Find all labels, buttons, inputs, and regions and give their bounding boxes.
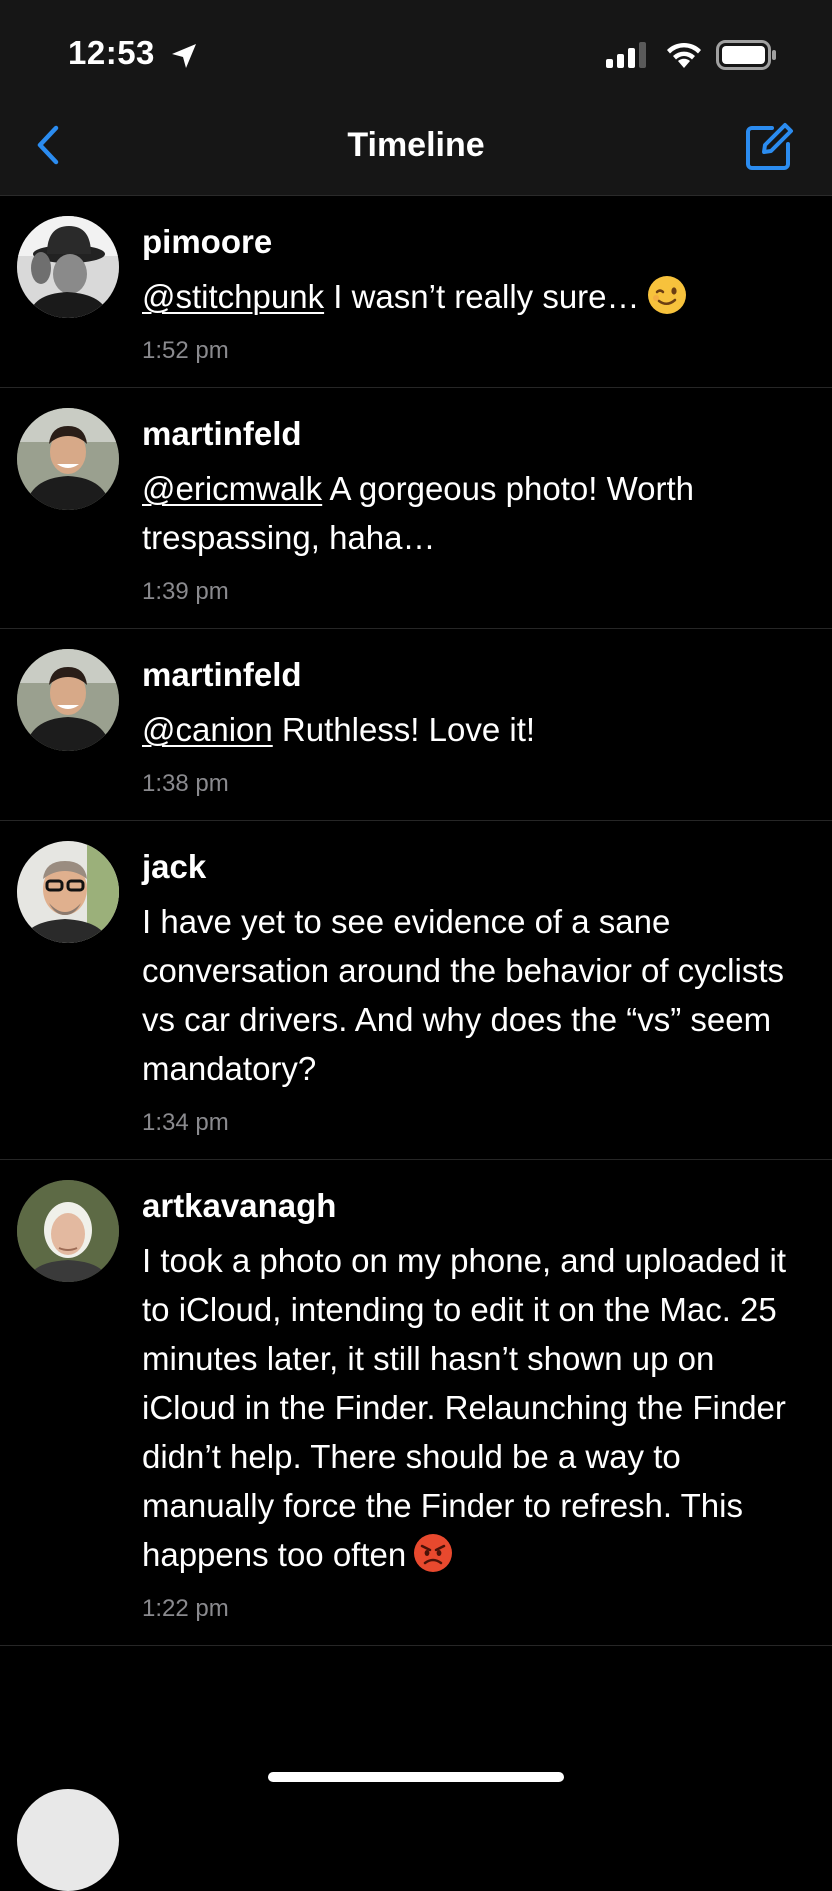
post-text: I took a photo on my phone, and uploaded… xyxy=(142,1236,802,1579)
username[interactable]: martinfeld xyxy=(142,655,802,695)
compose-icon[interactable] xyxy=(742,120,796,174)
mention-link[interactable]: @canion xyxy=(142,711,273,748)
post-text: @canion Ruthless! Love it! xyxy=(142,705,802,754)
avatar[interactable] xyxy=(17,216,119,318)
username[interactable]: jack xyxy=(142,847,802,887)
username[interactable]: pimoore xyxy=(142,222,802,262)
post-body: I took a photo on my phone, and uploaded… xyxy=(142,1242,786,1573)
status-bar: 12:53 xyxy=(0,0,832,100)
angry-face-emoji-icon xyxy=(414,1534,453,1572)
wifi-icon xyxy=(667,42,701,68)
avatar[interactable] xyxy=(17,649,119,751)
username[interactable]: martinfeld xyxy=(142,414,802,454)
avatar[interactable] xyxy=(17,841,119,943)
avatar[interactable] xyxy=(17,1789,119,1891)
post-timestamp: 1:22 pm xyxy=(142,1595,229,1622)
post-text: I have yet to see evidence of a sane con… xyxy=(142,903,785,1087)
timeline-post[interactable]: jack I have yet to see evidence of a san… xyxy=(0,821,832,1160)
timeline-post[interactable]: martinfeld @ericmwalk A gorgeous photo! … xyxy=(0,388,832,629)
avatar[interactable] xyxy=(17,408,119,510)
post-timestamp: 1:38 pm xyxy=(142,770,229,797)
post-body: I wasn’t really sure… xyxy=(324,278,640,315)
post-text: @ericmwalk A gorgeous photo! Worth tresp… xyxy=(142,464,802,562)
timeline-post[interactable]: artkavanagh I took a photo on my phone, … xyxy=(0,1160,832,1646)
username[interactable]: artkavanagh xyxy=(142,1186,802,1226)
post-timestamp: 1:39 pm xyxy=(142,578,229,605)
post-timestamp: 1:34 pm xyxy=(142,1109,229,1136)
page-title: Timeline xyxy=(347,126,485,164)
post-timestamp: 1:52 pm xyxy=(142,337,229,364)
avatar[interactable] xyxy=(17,1180,119,1282)
timeline-list: pimoore @stitchpunk I wasn’t really sure… xyxy=(0,196,832,1646)
battery-icon xyxy=(716,40,776,70)
status-time: 12:53 xyxy=(68,34,155,71)
cellular-signal-icon xyxy=(606,42,646,68)
timeline-post[interactable]: martinfeld @canion Ruthless! Love it! 1:… xyxy=(0,629,832,821)
home-indicator[interactable] xyxy=(268,1772,564,1782)
mention-link[interactable]: @stitchpunk xyxy=(142,278,324,315)
post-body: Ruthless! Love it! xyxy=(272,711,536,748)
timeline-post[interactable]: pimoore @stitchpunk I wasn’t really sure… xyxy=(0,196,832,388)
mention-link[interactable]: @ericmwalk xyxy=(142,470,322,507)
navigation-bar: Timeline xyxy=(0,100,832,196)
post-text: @stitchpunk I wasn’t really sure… xyxy=(142,272,802,321)
winking-face-emoji-icon xyxy=(647,276,686,314)
location-arrow-icon xyxy=(172,44,196,68)
